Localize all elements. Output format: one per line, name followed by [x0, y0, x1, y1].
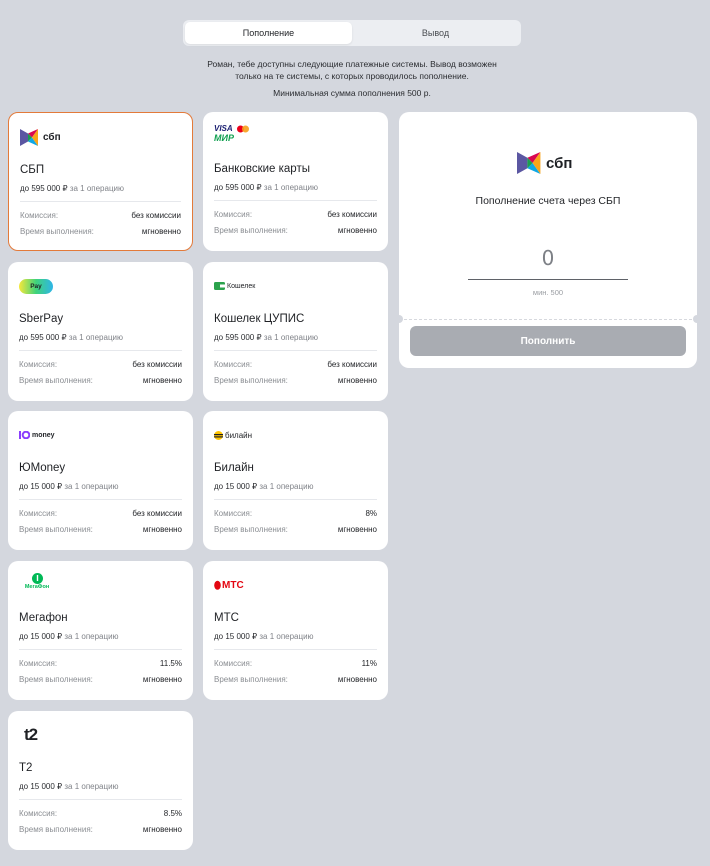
method-name: ЮMoney [19, 462, 66, 474]
yumoney-logo: money [19, 423, 55, 447]
payment-method-megafon[interactable]: МегаФон Мегафон до 15 000 ₽ за 1 операци… [8, 561, 193, 700]
time-row: Время выполнения: мгновенно [214, 226, 377, 235]
commission-row: Комиссия: 8% [214, 509, 377, 518]
beeline-logo: билайн [214, 423, 252, 447]
commission-row: Комиссия: без комиссии [214, 360, 377, 369]
divider [214, 499, 377, 500]
megafon-logo-text: МегаФон [24, 584, 50, 590]
time-row: Время выполнения: мгновенно [19, 525, 182, 534]
method-limit: до 15 000 ₽ за 1 операцию [19, 632, 119, 641]
mir-logo-text: МИР [214, 133, 234, 143]
method-limit: до 15 000 ₽ за 1 операцию [214, 632, 314, 641]
tab-withdraw[interactable]: Вывод [352, 22, 519, 44]
method-name: Банковские карты [214, 163, 310, 175]
min-deposit-text: Минимальная сумма пополнения 500 р. [273, 88, 431, 98]
notice-line-1: Роман, тебе доступны следующие платежные… [207, 59, 497, 69]
koshelek-logo-text: Кошелек [227, 282, 256, 290]
yumoney-logo-text: money [32, 431, 55, 439]
method-name: Билайн [214, 462, 254, 474]
sberpay-logo-text: Pay [30, 282, 42, 290]
t2-logo-text: t2 [24, 725, 38, 744]
method-name: Кошелек ЦУПИС [214, 313, 305, 325]
mts-logo: МТС [214, 573, 244, 597]
payment-method-sberpay[interactable]: Pay SberPay до 595 000 ₽ за 1 операцию К… [8, 262, 193, 401]
commission-row: Комиссия: без комиссии [19, 360, 182, 369]
divider [214, 200, 377, 201]
commission-row: Комиссия: без комиссии [214, 210, 377, 219]
tab-switcher: Пополнение Вывод [183, 20, 521, 46]
time-row: Время выполнения: мгновенно [19, 376, 182, 385]
method-name: SberPay [19, 313, 64, 325]
method-name: МТС [214, 612, 239, 624]
notice-text: Роман, тебе доступны следующие платежные… [150, 58, 554, 99]
time-row: Время выполнения: мгновенно [20, 227, 181, 236]
method-limit: до 15 000 ₽ за 1 операцию [19, 482, 119, 491]
visa-mir-logo: VISA МИР [214, 124, 250, 148]
payment-method-sbp[interactable]: сбп СБП до 595 000 ₽ за 1 операцию Комис… [8, 112, 193, 251]
payment-method-mts[interactable]: МТС МТС до 15 000 ₽ за 1 операцию Комисс… [203, 561, 388, 700]
sbp-logo-text: сбп [43, 131, 61, 143]
panel-notch-left [395, 315, 403, 323]
panel-notch-right [693, 315, 701, 323]
yumoney-icon [19, 431, 30, 439]
koshelek-logo: Кошелек [214, 274, 255, 298]
sbp-icon [517, 151, 541, 175]
sbp-icon [20, 128, 38, 146]
dashed-divider [399, 319, 697, 320]
beeline-icon [214, 430, 223, 440]
time-row: Время выполнения: мгновенно [214, 525, 377, 534]
min-amount-hint: мин. 500 [532, 288, 564, 297]
panel-title: Пополнение счета через СБП [475, 195, 621, 207]
payment-method-koshelek-cupis[interactable]: Кошелек Кошелек ЦУПИС до 595 000 ₽ за 1 … [203, 262, 388, 401]
method-limit: до 595 000 ₽ за 1 операцию [214, 333, 319, 342]
deposit-button[interactable]: Пополнить [410, 326, 686, 356]
payment-method-t2[interactable]: t2 T2 до 15 000 ₽ за 1 операцию Комиссия… [8, 711, 193, 850]
payment-method-bank-cards[interactable]: VISA МИР Банковские карты до 595 000 ₽ з… [203, 112, 388, 251]
method-limit: до 595 000 ₽ за 1 операцию [19, 333, 124, 342]
method-name: T2 [19, 762, 33, 774]
amount-underline [468, 279, 628, 280]
divider [19, 499, 182, 500]
time-row: Время выполнения: мгновенно [19, 825, 182, 834]
divider [214, 350, 377, 351]
mastercard-icon [236, 125, 249, 132]
tab-deposit[interactable]: Пополнение [185, 22, 352, 44]
mts-logo-text: МТС [222, 579, 244, 591]
t2-logo: t2 [24, 723, 38, 747]
time-row: Время выполнения: мгновенно [214, 376, 377, 385]
sbp-logo-text: сбп [546, 154, 573, 172]
notice-line-2: только на те системы, с которых проводил… [235, 71, 469, 81]
sbp-logo-large: сбп [517, 150, 572, 176]
time-row: Время выполнения: мгновенно [214, 675, 377, 684]
sbp-logo: сбп [20, 125, 61, 149]
method-name: СБП [20, 164, 45, 176]
time-row: Время выполнения: мгновенно [19, 675, 182, 684]
method-limit: до 595 000 ₽ за 1 операцию [214, 183, 319, 192]
method-limit: до 15 000 ₽ за 1 операцию [19, 782, 119, 791]
payment-method-beeline[interactable]: билайн Билайн до 15 000 ₽ за 1 операцию … [203, 411, 388, 550]
method-limit: до 15 000 ₽ за 1 операцию [214, 482, 314, 491]
divider [214, 649, 377, 650]
megafon-logo: МегаФон [19, 573, 55, 597]
sberpay-logo: Pay [19, 274, 53, 298]
visa-logo-text: VISA [214, 124, 233, 133]
divider [19, 649, 182, 650]
wallet-icon [214, 282, 225, 290]
commission-row: Комиссия: без комиссии [20, 211, 181, 220]
commission-row: Комиссия: 11.5% [19, 659, 182, 668]
amount-input[interactable]: 0 [468, 246, 628, 270]
divider [19, 799, 182, 800]
mts-egg-icon [214, 580, 221, 590]
commission-row: Комиссия: без комиссии [19, 509, 182, 518]
divider [20, 201, 181, 202]
method-limit: до 595 000 ₽ за 1 операцию [20, 184, 125, 193]
beeline-logo-text: билайн [225, 430, 253, 440]
megafon-icon [31, 573, 43, 584]
divider [19, 350, 182, 351]
commission-row: Комиссия: 11% [214, 659, 377, 668]
commission-row: Комиссия: 8.5% [19, 809, 182, 818]
payment-method-yumoney[interactable]: money ЮMoney до 15 000 ₽ за 1 операцию К… [8, 411, 193, 550]
deposit-panel: сбп Пополнение счета через СБП 0 мин. 50… [395, 112, 701, 368]
method-name: Мегафон [19, 612, 68, 624]
